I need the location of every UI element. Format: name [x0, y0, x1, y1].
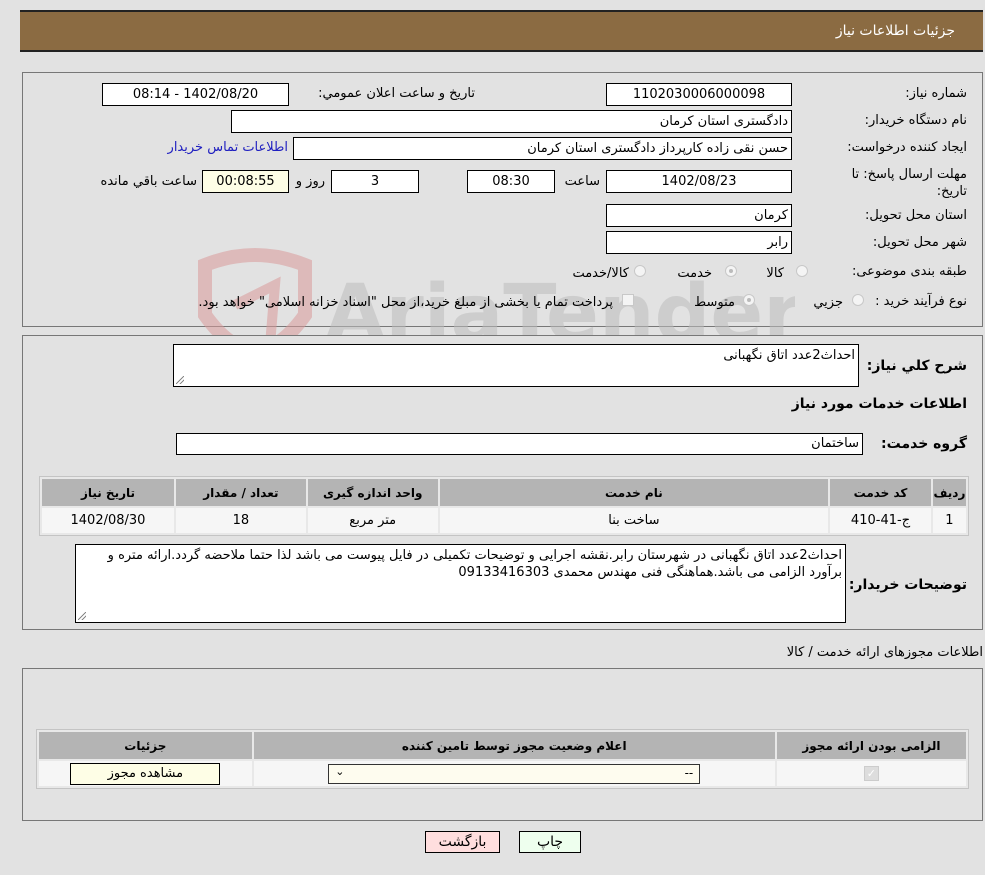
- announce-field: 1402/08/20 - 08:14: [102, 83, 289, 106]
- col-permit-status: اعلام وضعیت مجوز توسط تامین کننده: [253, 732, 775, 759]
- print-button[interactable]: چاپ: [519, 831, 581, 853]
- process-radio-minor[interactable]: [852, 294, 864, 306]
- cell-service-name: ساخت بنا: [439, 508, 829, 533]
- cell-unit: متر مربع: [307, 508, 438, 533]
- need-number-label: شماره نیاز:: [905, 86, 967, 101]
- services-table: ردیف کد خدمت نام خدمت واحد اندازه گیری ت…: [39, 476, 969, 536]
- buyer-contact-link[interactable]: اطلاعات تماس خریدار: [168, 140, 288, 155]
- deadline-label: مهلت ارسال پاسخ: تا تاریخ:: [851, 167, 967, 199]
- col-service-code: کد خدمت: [830, 479, 931, 506]
- buyer-org-field: دادگستری استان کرمان: [231, 110, 792, 133]
- services-table-header: ردیف کد خدمت نام خدمت واحد اندازه گیری ت…: [42, 479, 966, 506]
- service-group-label: گروه خدمت:: [881, 436, 967, 452]
- col-permit-details: جزئیات: [39, 732, 252, 759]
- treasury-note: پرداخت تمام یا بخشی از مبلغ خرید،از محل …: [198, 295, 613, 310]
- province-label: استان محل تحویل:: [865, 208, 967, 223]
- city-field: رابر: [606, 231, 792, 254]
- remaining-label: ساعت باقي مانده: [100, 174, 197, 189]
- buyer-notes-textarea[interactable]: احداث2عدد اتاق نگهبانی در شهرستان رابر.ن…: [75, 544, 846, 623]
- service-group-field: ساختمان: [176, 433, 863, 455]
- table-row: 1 ج-41-410 ساخت بنا متر مربع 18 1402/08/…: [42, 508, 966, 533]
- permits-table: الزامی بودن ارائه مجوز اعلام وضعیت مجوز …: [36, 729, 969, 789]
- process-label-minor: جزيي: [813, 295, 843, 310]
- table-row: ✓ ⌄ -- مشاهده مجوز: [39, 761, 966, 786]
- deadline-date-field: 1402/08/23: [606, 170, 792, 193]
- cell-need-date: 1402/08/30: [42, 508, 174, 533]
- col-permit-required: الزامی بودن ارائه مجوز: [776, 732, 966, 759]
- buyer-notes-label: توضیحات خریدار:: [848, 577, 967, 593]
- chevron-down-icon: ⌄: [335, 764, 345, 778]
- treasury-checkbox[interactable]: [622, 294, 634, 306]
- services-heading: اطلاعات خدمات مورد نیاز: [791, 396, 967, 412]
- permit-status-select[interactable]: ⌄ --: [328, 763, 701, 784]
- cell-permit-required: ✓: [776, 761, 966, 786]
- category-radio-goods[interactable]: [796, 265, 808, 277]
- resize-grip-icon[interactable]: [78, 612, 86, 620]
- permit-status-value: --: [684, 765, 694, 780]
- buyer-notes-text: احداث2عدد اتاق نگهبانی در شهرستان رابر.ن…: [107, 548, 842, 580]
- days-field: 3: [331, 170, 419, 193]
- category-radio-service[interactable]: [725, 265, 737, 277]
- buyer-org-label: نام دستگاه خریدار:: [864, 113, 967, 128]
- need-number-field: 1102030006000098: [606, 83, 792, 106]
- resize-grip-icon[interactable]: [176, 376, 184, 384]
- back-button[interactable]: بازگشت: [425, 831, 500, 853]
- cell-permit-status: ⌄ --: [253, 761, 775, 786]
- category-label-service: خدمت: [677, 266, 712, 281]
- cell-row: 1: [932, 508, 966, 533]
- description-textarea[interactable]: احداث2عدد اتاق نگهبانی: [173, 344, 859, 387]
- deadline-time-label: ساعت: [564, 174, 600, 189]
- page-title: جزئیات اطلاعات نیاز: [835, 23, 955, 39]
- permits-heading: اطلاعات مجوزهای ارائه خدمت / کالا: [786, 645, 983, 660]
- cell-permit-details: مشاهده مجوز: [39, 761, 252, 786]
- province-field: کرمان: [606, 204, 792, 227]
- category-label-goods: کالا: [766, 266, 784, 281]
- cell-service-code: ج-41-410: [830, 508, 931, 533]
- permits-table-header: الزامی بودن ارائه مجوز اعلام وضعیت مجوز …: [39, 732, 966, 759]
- col-service-name: نام خدمت: [439, 479, 829, 506]
- creator-label: ایجاد کننده درخواست:: [847, 140, 967, 155]
- announce-label: تاریخ و ساعت اعلان عمومي:: [318, 86, 475, 101]
- remaining-time-field: 00:08:55: [202, 170, 289, 193]
- cell-quantity: 18: [175, 508, 306, 533]
- col-unit: واحد اندازه گیری: [307, 479, 438, 506]
- process-radio-medium[interactable]: [743, 294, 755, 306]
- col-row: ردیف: [932, 479, 966, 506]
- category-label-both: کالا/خدمت: [572, 266, 629, 281]
- category-radio-both[interactable]: [634, 265, 646, 277]
- deadline-time-field: 08:30: [467, 170, 555, 193]
- days-label: روز و: [295, 174, 325, 189]
- view-permit-button[interactable]: مشاهده مجوز: [70, 762, 221, 785]
- page-header: جزئیات اطلاعات نیاز: [20, 10, 983, 52]
- category-label: طبقه بندی موضوعی:: [851, 264, 967, 279]
- permit-required-checkbox: ✓: [863, 766, 879, 781]
- description-label: شرح کلي نياز:: [866, 358, 967, 374]
- process-type-label: نوع فرآیند خرید :: [875, 294, 967, 309]
- col-need-date: تاریخ نیاز: [42, 479, 174, 506]
- city-label: شهر محل تحویل:: [872, 235, 967, 250]
- description-text: احداث2عدد اتاق نگهبانی: [723, 348, 855, 363]
- creator-field: حسن نقی زاده کارپرداز دادگستری استان کرم…: [293, 137, 792, 160]
- col-quantity: تعداد / مقدار: [175, 479, 306, 506]
- process-label-medium: متوسط: [694, 295, 735, 310]
